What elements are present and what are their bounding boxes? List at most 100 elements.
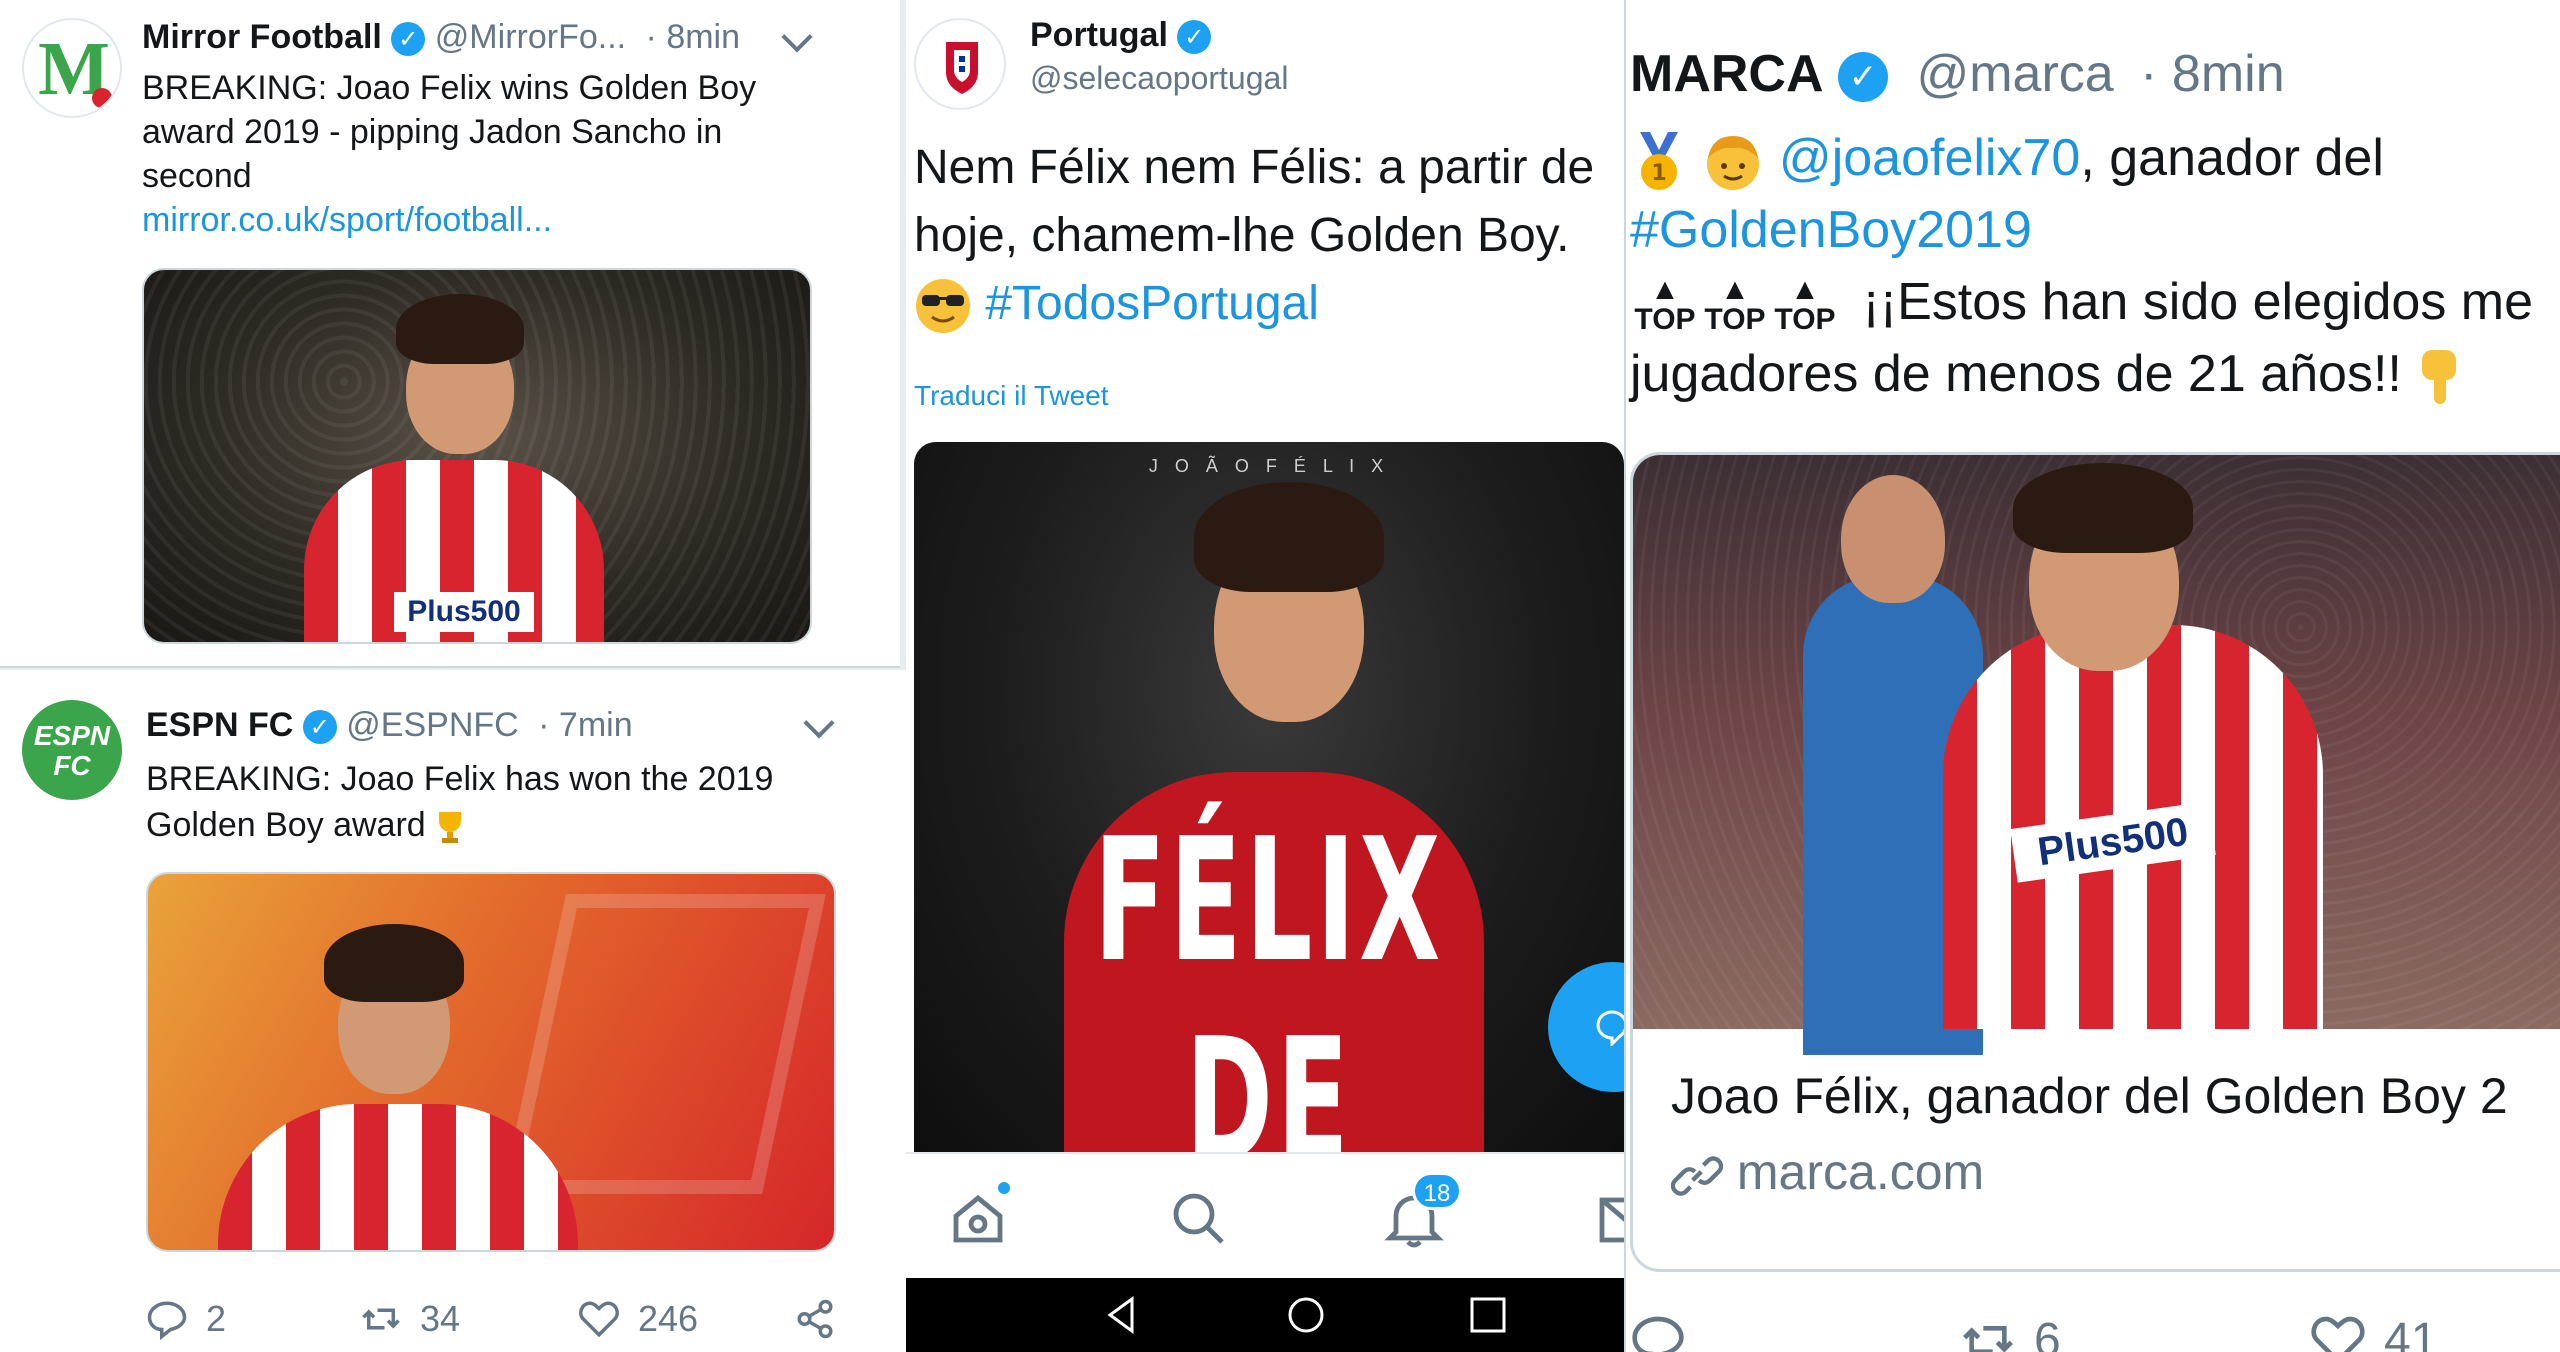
nav-messages[interactable] <box>1598 1196 1624 1244</box>
top-arrow-icon: ▲ TOP <box>1634 273 1696 337</box>
search-icon <box>1173 1193 1224 1244</box>
retweet-button[interactable]: 34 <box>360 1298 460 1340</box>
marca-time: · 8min <box>2140 45 2285 103</box>
player-hair <box>1194 482 1384 592</box>
mirror-text-line: second <box>142 157 252 195</box>
reply-icon <box>1632 1316 1684 1352</box>
marca-hashtag[interactable]: #GoldenBoy2019 <box>1630 194 2533 266</box>
notification-badge: 18 <box>1412 1172 1462 1210</box>
nav-notifications[interactable]: 18 <box>1384 1172 1462 1248</box>
compose-icon <box>1596 1010 1624 1046</box>
espn-logo-text: FC <box>53 750 91 781</box>
card-domain-row: marca.com <box>1670 1143 1985 1202</box>
marca-mention[interactable]: @joaofelix70 <box>1779 129 2080 187</box>
heart-icon <box>2311 1316 2365 1352</box>
sunglasses-emoji-icon <box>914 277 972 335</box>
jersey-sponsor: Plus500 <box>394 592 534 632</box>
medal-emoji-icon: 1 <box>1630 130 1688 192</box>
portugal-name[interactable]: Portugal <box>1030 16 1168 54</box>
svg-text:1: 1 <box>1651 161 1666 186</box>
reply-icon <box>147 1301 187 1340</box>
verified-icon: ✓ <box>1837 52 1888 103</box>
like-count: 41 <box>2384 1313 2438 1352</box>
top-arrow-icon: ▲ TOP <box>1774 273 1836 337</box>
espn-text-line: Golden Boy award <box>146 802 886 848</box>
retweet-icon <box>362 1308 400 1330</box>
portugal-text-line: hoje, chamem-lhe Golden Boy. <box>914 209 1570 262</box>
retweet-count: 6 <box>2034 1313 2061 1352</box>
espn-logo-text: ESPN <box>33 720 111 751</box>
espn-name[interactable]: ESPN FC <box>146 706 293 744</box>
marca-link-card[interactable]: Plus500 Joao Félix, ganador del Golden B… <box>1630 452 2560 1272</box>
espn-text-line: BREAKING: Joao Felix has won the 2019 <box>146 760 774 798</box>
reply-count: 2 <box>206 1298 227 1339</box>
mirror-time: · 8min <box>645 18 741 56</box>
espn-tweet[interactable]: ESPN FC ESPN FC ✓ @ESPNFC · 7min BREAKIN… <box>0 670 906 1352</box>
portugal-hashtag[interactable]: #TodosPortugal <box>985 277 1319 330</box>
pointing-down-emoji-icon <box>2416 346 2466 408</box>
marca-text-line: jugadores de menos de 21 años!! <box>1630 338 2533 410</box>
reply-button[interactable]: 2 <box>146 1298 226 1340</box>
portugal-text-line: Nem Félix nem Félis: a partir de <box>914 141 1595 194</box>
portugal-crest-icon <box>946 42 978 94</box>
heart-icon <box>579 1301 619 1338</box>
mirror-link[interactable]: mirror.co.uk/sport/football... <box>142 198 882 242</box>
like-button[interactable]: 41 <box>2310 1312 2437 1352</box>
card-domain: marca.com <box>1736 1144 1985 1200</box>
portugal-handle[interactable]: @selecaoportugal <box>1030 60 1288 97</box>
verified-icon: ✓ <box>391 22 426 57</box>
poster-title-line: DE OURO <box>1185 1002 1353 1152</box>
top-arrow-icon: ▲ TOP <box>1704 273 1766 337</box>
mirror-tweet[interactable]: M Mirror Football ✓ @MirrorFo... · 8min … <box>0 0 900 668</box>
portugal-tweet[interactable]: Portugal ✓ @selecaoportugal Nem Félix ne… <box>906 0 1624 1352</box>
bottom-nav: 18 <box>906 1152 1624 1278</box>
marca-text-line: ▲ TOP ▲ TOP ▲ TOP ¡¡Estos han sido elegidos m… <box>1630 266 2533 338</box>
mirror-name[interactable]: Mirror Football <box>142 18 382 56</box>
marca-card-photo: Plus500 <box>1633 455 2560 1055</box>
translate-tweet-link[interactable]: Traduci il Tweet <box>914 380 1109 412</box>
player-hair <box>2013 463 2193 553</box>
verified-icon: ✓ <box>302 710 337 745</box>
retweet-icon <box>1963 1326 2013 1352</box>
poster-subtitle: J O Ã O F É L I X <box>1148 456 1390 476</box>
reply-button[interactable] <box>1630 1312 1686 1352</box>
trophy-icon <box>435 810 465 844</box>
chevron-down-icon[interactable] <box>781 21 813 53</box>
espn-avatar[interactable]: ESPN FC <box>22 700 122 800</box>
portugal-poster[interactable]: J O Ã O F É L I X FÉLIX DE OURO <box>914 442 1624 1152</box>
retweet-button[interactable]: 6 <box>1960 1312 2061 1352</box>
card-title: Joao Félix, ganador del Golden Boy 2 <box>1671 1068 2508 1124</box>
back-triangle-icon[interactable] <box>1102 1295 1142 1335</box>
like-count: 246 <box>638 1298 699 1339</box>
mirror-avatar[interactable]: M <box>22 18 122 118</box>
recents-square-icon[interactable] <box>1468 1295 1508 1335</box>
poster-title-line: FÉLIX <box>1093 802 1445 1000</box>
like-button[interactable]: 246 <box>578 1298 698 1340</box>
portugal-avatar[interactable] <box>914 18 1006 110</box>
boy-emoji-icon <box>1702 130 1764 192</box>
marca-name[interactable]: MARCA <box>1630 45 1824 103</box>
retweet-count: 34 <box>420 1298 461 1339</box>
home-circle-icon[interactable] <box>1286 1295 1326 1335</box>
system-nav-bar <box>906 1278 1624 1352</box>
chevron-down-icon[interactable] <box>803 707 835 739</box>
mirror-photo[interactable]: Plus500 <box>142 268 812 644</box>
mirror-logo-icon: M <box>28 24 120 116</box>
mirror-handle[interactable]: @MirrorFo... <box>435 18 626 56</box>
share-icon <box>797 1299 833 1339</box>
portugal-hashtag-line: #TodosPortugal <box>914 270 1594 338</box>
share-button[interactable] <box>794 1298 836 1340</box>
mirror-text-line: BREAKING: Joao Felix wins Golden Boy <box>142 69 757 107</box>
marca-tweet[interactable]: MARCA ✓ @marca · 8min 1 @joaofelix70, ga… <box>1624 0 2560 1352</box>
espn-time: · 7min <box>538 706 633 744</box>
mirror-text-line: award 2019 - pipping Jadon Sancho in <box>142 113 723 151</box>
marca-handle[interactable]: @marca <box>1916 45 2113 103</box>
nav-home[interactable] <box>948 1182 1010 1248</box>
player-hair <box>396 294 524 364</box>
marca-text-line: 1 @joaofelix70, ganador del <box>1630 122 2533 194</box>
nav-search[interactable] <box>1168 1188 1228 1248</box>
player-hair <box>324 924 464 1002</box>
espn-photo[interactable] <box>146 872 836 1252</box>
unread-dot <box>998 1182 1010 1194</box>
espn-handle[interactable]: @ESPNFC <box>346 706 518 744</box>
